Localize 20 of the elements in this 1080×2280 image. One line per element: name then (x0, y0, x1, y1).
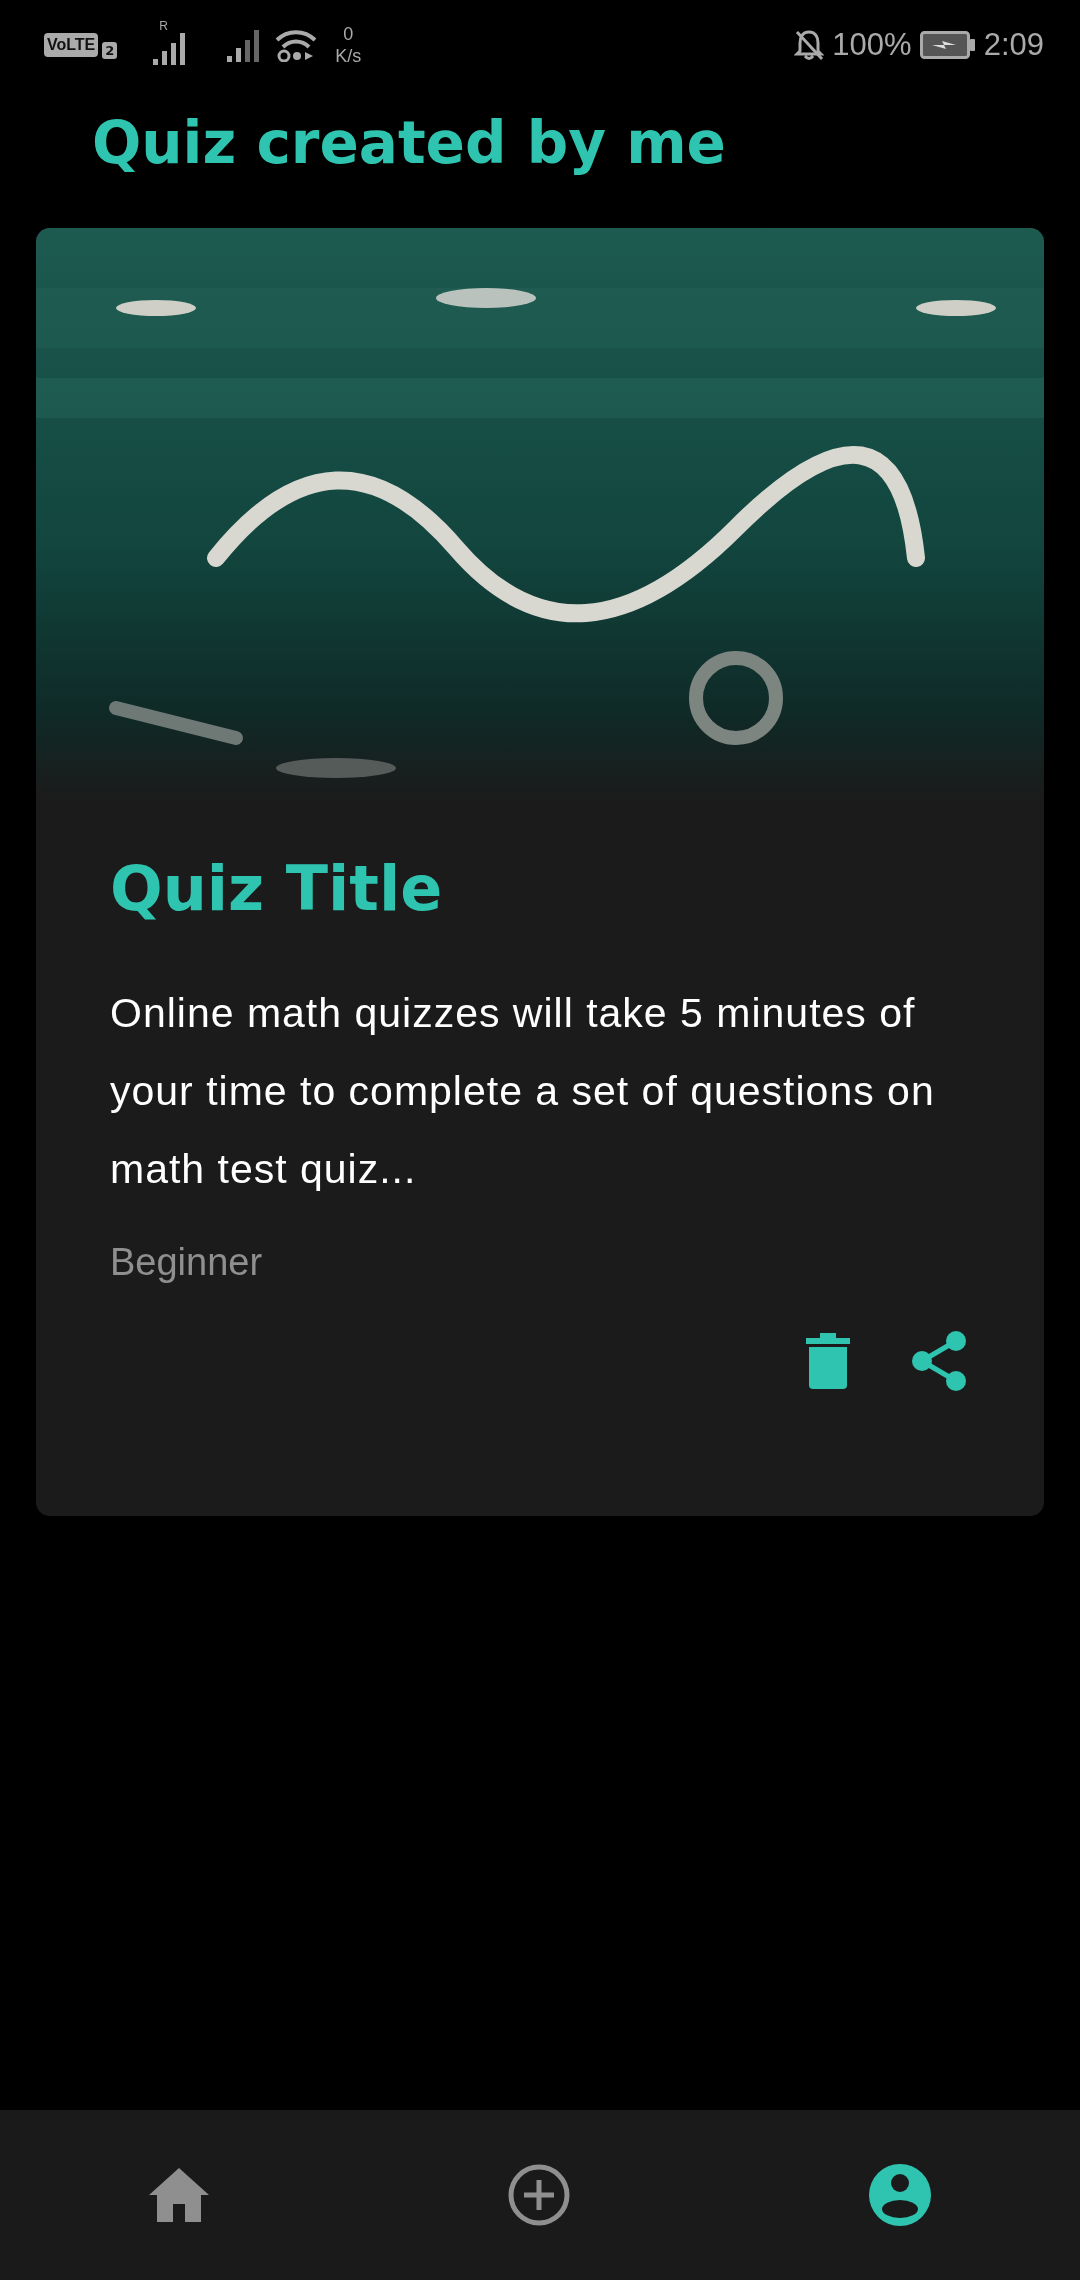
share-icon[interactable] (910, 1330, 968, 1392)
page-title: Quiz created by me (92, 108, 727, 179)
volte-badge: VoLTE (44, 33, 99, 57)
clock: 2:09 (983, 27, 1044, 63)
home-icon[interactable] (149, 2168, 210, 2222)
speed-unit: K/s (335, 45, 362, 67)
sim-number: 2 (102, 41, 118, 59)
speed-value: 0 (343, 23, 354, 45)
quiz-description: Online math quizzes will take 5 minutes of your time to complete a set of questions on math test quiz... (110, 989, 936, 1194)
difficulty-label: Beginner (110, 1240, 263, 1285)
battery-charging-icon (919, 31, 976, 59)
quiz-card[interactable]: Quiz Title Online math quizzes will take 5 minutes of your time to complete a set of questions on math test quiz... Beginner (36, 228, 1044, 1516)
battery-percent: 100% (832, 27, 912, 63)
roaming-label: R (159, 19, 168, 33)
quiz-title: Quiz Title (110, 851, 444, 927)
wifi-icon (275, 28, 318, 62)
delete-icon[interactable] (806, 1330, 850, 1392)
add-circle-icon[interactable] (508, 2164, 570, 2226)
muted-bell-icon (794, 29, 825, 61)
profile-icon[interactable] (868, 2164, 931, 2226)
